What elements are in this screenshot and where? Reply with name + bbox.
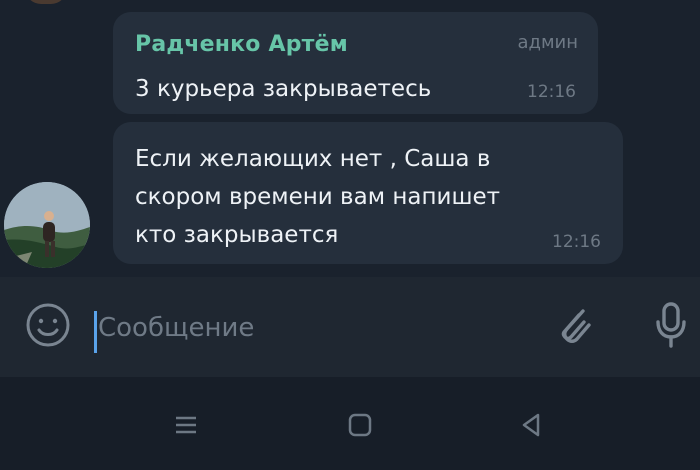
message-text: 3 курьера закрываетесь (135, 76, 432, 102)
avatar-fragment (25, 0, 67, 4)
android-navigation-bar (0, 377, 700, 470)
sender-avatar[interactable] (4, 182, 90, 268)
message-bubble[interactable]: Если желающих нет , Саша в скором времен… (113, 122, 623, 264)
message-text: Если желающих нет , Саша в скором времен… (135, 140, 605, 254)
emoji-icon (26, 303, 70, 347)
microphone-icon (656, 302, 686, 348)
message-line: скором времени вам напишет (135, 184, 501, 210)
back-icon (522, 413, 540, 437)
message-line: кто закрывается (135, 222, 339, 248)
back-button[interactable] (508, 401, 556, 449)
message-composer (0, 277, 700, 377)
home-icon (348, 413, 372, 437)
paperclip-icon (561, 309, 591, 343)
message-time: 12:16 (527, 82, 576, 102)
message-bubble[interactable]: Радченко Артём админ 3 курьера закрывает… (113, 12, 598, 114)
message-input[interactable] (96, 299, 520, 357)
chat-area[interactable]: Радченко Артём админ 3 курьера закрывает… (0, 0, 700, 277)
message-time: 12:16 (552, 232, 601, 252)
sender-name[interactable]: Радченко Артём (135, 32, 348, 57)
emoji-button[interactable] (24, 301, 72, 349)
microphone-button[interactable] (647, 297, 695, 353)
admin-badge: админ (517, 32, 578, 53)
message-line: Если желающих нет , Саша в (135, 146, 491, 172)
attach-button[interactable] (550, 300, 598, 348)
home-button[interactable] (336, 401, 384, 449)
menu-icon (176, 416, 196, 434)
menu-button[interactable] (162, 401, 210, 449)
